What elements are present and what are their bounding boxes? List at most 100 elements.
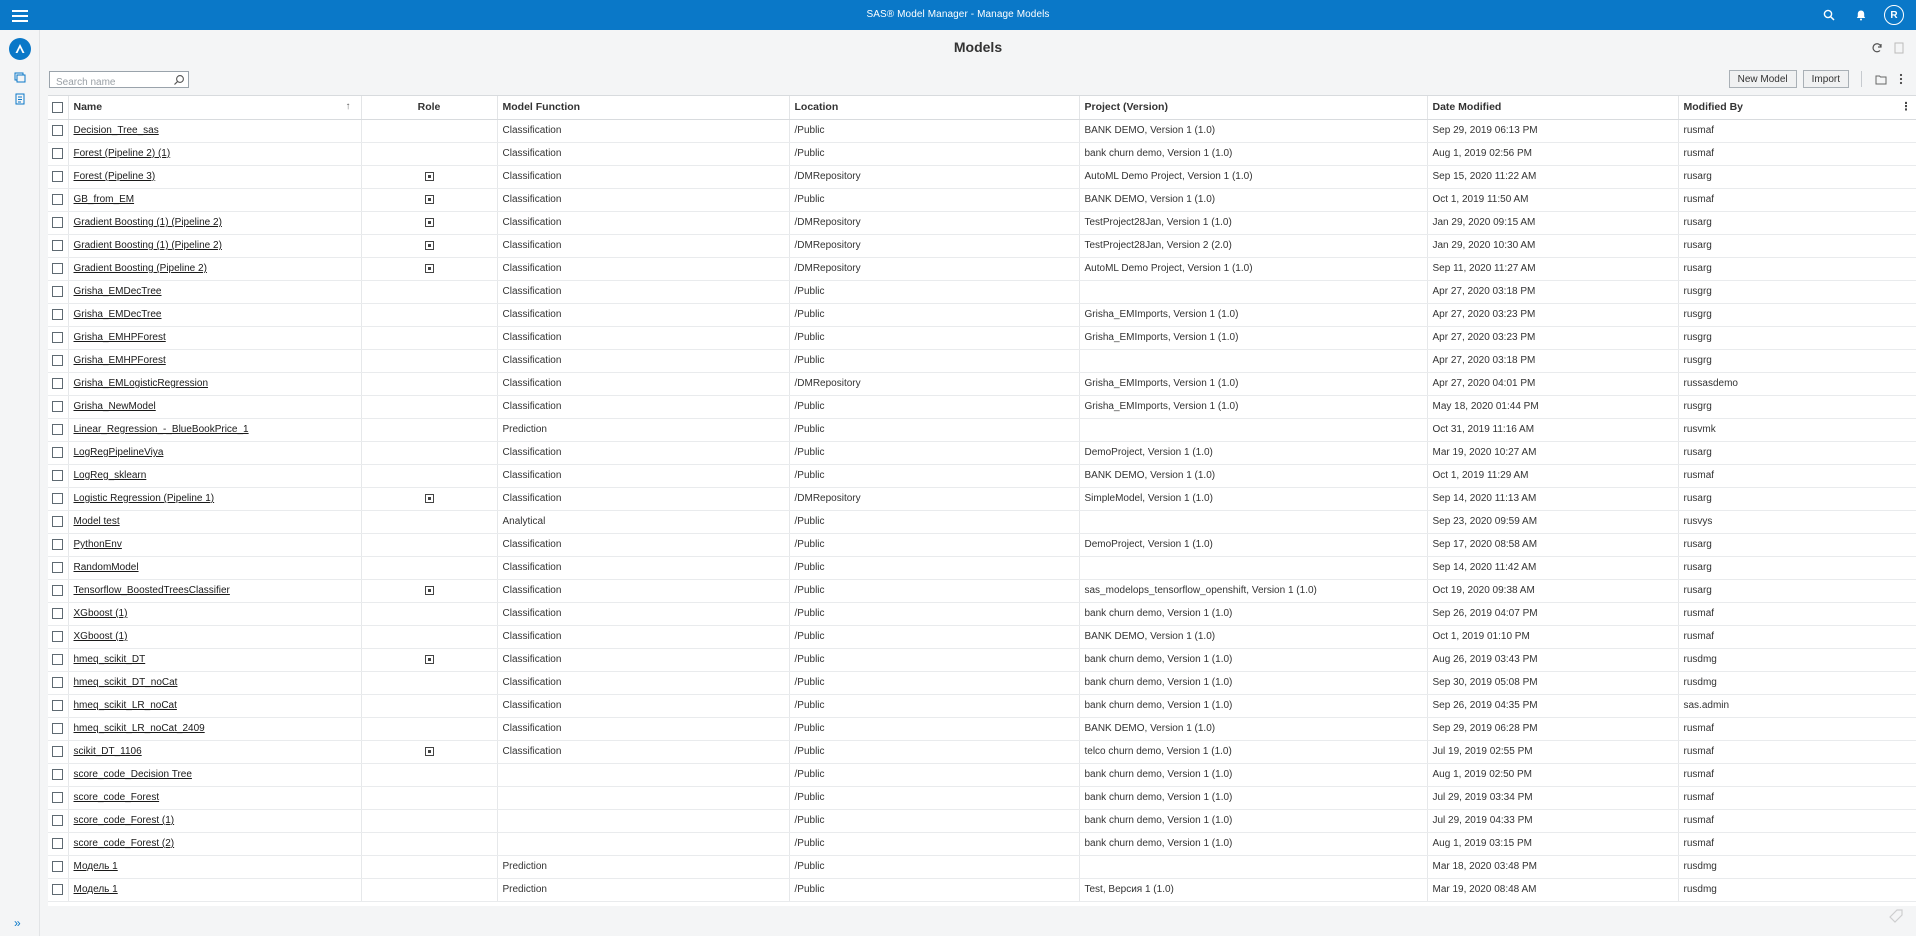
table-row[interactable]: XGboost (1) Classification/Public BANK DEM… bbox=[48, 625, 1916, 649]
new-model-button[interactable]: New Model bbox=[1728, 70, 1797, 88]
row-checkbox[interactable] bbox=[52, 630, 64, 642]
model-name-link[interactable]: XGboost (1) bbox=[74, 608, 128, 619]
models-nav-icon[interactable] bbox=[9, 38, 31, 60]
model-name-link[interactable]: PythonEnv bbox=[74, 539, 122, 550]
row-checkbox[interactable] bbox=[52, 676, 64, 688]
model-name-link[interactable]: score_code_Forest bbox=[74, 792, 160, 803]
table-row[interactable]: Модель 1 Prediction/Public Test, Версия 1 … bbox=[48, 878, 1916, 902]
model-name-link[interactable]: Gradient Boosting (1) (Pipeline 2) bbox=[74, 240, 222, 251]
row-checkbox[interactable] bbox=[52, 216, 64, 228]
table-row[interactable]: score_code_Forest/Public bank churn demo,… bbox=[48, 786, 1916, 810]
row-checkbox[interactable] bbox=[52, 722, 64, 734]
table-row[interactable]: Gradient Boosting (Pipeline 2) Classifica… bbox=[48, 257, 1916, 281]
table-row[interactable]: Gradient Boosting (1) (Pipeline 2) Classi… bbox=[48, 234, 1916, 258]
model-name-link[interactable]: Gradient Boosting (1) (Pipeline 2) bbox=[74, 217, 222, 228]
row-checkbox[interactable] bbox=[52, 607, 64, 619]
model-name-link[interactable]: hmeq_scikit_LR_noCat_2409 bbox=[74, 723, 205, 734]
row-checkbox[interactable] bbox=[52, 331, 64, 343]
table-row[interactable]: LogRegPipelineViya Classification/Public D… bbox=[48, 441, 1916, 465]
table-row[interactable]: Grisha_EMDecTree Classification/Public Gri… bbox=[48, 303, 1916, 327]
table-row[interactable]: score_code_Forest (1) /Public bank churn d… bbox=[48, 809, 1916, 833]
model-name-link[interactable]: Tensorflow_BoostedTreesClassifier bbox=[74, 585, 230, 596]
table-row[interactable]: Grisha_EMHPForest Classification/Public Gr… bbox=[48, 326, 1916, 350]
model-name-link[interactable]: Linear_Regression_-_BlueBookPrice_1 bbox=[74, 424, 249, 435]
row-checkbox[interactable] bbox=[52, 515, 64, 527]
table-row[interactable]: Grisha_EMLogisticRegression Classificatio… bbox=[48, 372, 1916, 396]
model-name-link[interactable]: Grisha_EMDecTree bbox=[74, 286, 162, 297]
row-checkbox[interactable] bbox=[52, 860, 64, 872]
row-checkbox[interactable] bbox=[52, 262, 64, 274]
row-checkbox[interactable] bbox=[52, 446, 64, 458]
model-name-link[interactable]: LogReg_sklearn bbox=[74, 470, 147, 481]
model-name-link[interactable]: Grisha_EMLogisticRegression bbox=[74, 378, 209, 389]
row-checkbox[interactable] bbox=[52, 745, 64, 757]
row-checkbox[interactable] bbox=[52, 584, 64, 596]
model-name-link[interactable]: Grisha_EMDecTree bbox=[74, 309, 162, 320]
refresh-icon[interactable] bbox=[1870, 41, 1884, 55]
table-row[interactable]: Grisha_EMHPForest Classification/Public Ap… bbox=[48, 349, 1916, 373]
model-name-link[interactable]: Forest (Pipeline 3) bbox=[74, 171, 156, 182]
table-row[interactable]: RandomModel Classification/Public Sep 14, … bbox=[48, 556, 1916, 580]
table-row[interactable]: Logistic Regression (Pipeline 1) Classifi… bbox=[48, 487, 1916, 511]
column-header-project[interactable]: Project (Version) bbox=[1079, 96, 1428, 120]
model-name-link[interactable]: XGboost (1) bbox=[74, 631, 128, 642]
row-checkbox[interactable] bbox=[52, 492, 64, 504]
model-name-link[interactable]: Grisha_EMHPForest bbox=[74, 332, 166, 343]
row-checkbox[interactable] bbox=[52, 400, 64, 412]
table-row[interactable]: Grisha_NewModel Classification/Public Gris… bbox=[48, 395, 1916, 419]
row-checkbox[interactable] bbox=[52, 170, 64, 182]
model-name-link[interactable]: scikit_DT_1106 bbox=[74, 746, 142, 757]
sort-ascending-icon[interactable]: ↑ bbox=[346, 101, 351, 112]
model-name-link[interactable]: score_code_Decision Tree bbox=[74, 769, 192, 780]
table-row[interactable]: hmeq_scikit_LR_noCat Classification/Publi… bbox=[48, 694, 1916, 718]
search-icon[interactable] bbox=[173, 74, 185, 86]
row-checkbox[interactable] bbox=[52, 469, 64, 481]
model-name-link[interactable]: Gradient Boosting (Pipeline 2) bbox=[74, 263, 207, 274]
reports-nav-icon[interactable] bbox=[9, 88, 31, 110]
row-checkbox[interactable] bbox=[52, 699, 64, 711]
table-row[interactable]: Linear_Regression_-_BlueBookPrice_1 Predi… bbox=[48, 418, 1916, 442]
model-name-link[interactable]: hmeq_scikit_LR_noCat bbox=[74, 700, 177, 711]
table-row[interactable]: hmeq_scikit_LR_noCat_2409 Classification /… bbox=[48, 717, 1916, 741]
export-icon[interactable] bbox=[1892, 41, 1906, 55]
table-row[interactable]: Grisha_EMDecTree Classification/Public Apr… bbox=[48, 280, 1916, 304]
table-row[interactable]: score_code_Forest (2) /Public bank churn d… bbox=[48, 832, 1916, 856]
projects-nav-icon[interactable] bbox=[9, 66, 31, 88]
expand-nav-icon[interactable]: » bbox=[14, 916, 21, 930]
row-checkbox[interactable] bbox=[52, 285, 64, 297]
model-name-link[interactable]: Grisha_EMHPForest bbox=[74, 355, 166, 366]
table-row[interactable]: Decision_Tree_sas Classification/Public BA… bbox=[48, 119, 1916, 143]
model-name-link[interactable]: GB_from_EM bbox=[74, 194, 135, 205]
row-checkbox[interactable] bbox=[52, 423, 64, 435]
table-row[interactable]: Gradient Boosting (1) (Pipeline 2) Classi… bbox=[48, 211, 1916, 235]
model-name-link[interactable]: Grisha_NewModel bbox=[74, 401, 156, 412]
bell-icon[interactable] bbox=[1852, 4, 1870, 26]
import-button[interactable]: Import bbox=[1802, 70, 1849, 88]
table-row[interactable]: Forest (Pipeline 3) Classification/DMRepo… bbox=[48, 165, 1916, 189]
row-checkbox[interactable] bbox=[52, 791, 64, 803]
row-checkbox[interactable] bbox=[52, 561, 64, 573]
search-field[interactable] bbox=[49, 71, 189, 90]
search-icon[interactable] bbox=[1820, 4, 1838, 26]
table-row[interactable]: score_code_Decision Tree/Public bank chur… bbox=[48, 763, 1916, 787]
row-checkbox[interactable] bbox=[52, 239, 64, 251]
more-options-icon[interactable] bbox=[1894, 72, 1908, 86]
folder-icon[interactable] bbox=[1874, 72, 1888, 86]
table-row[interactable]: hmeq_scikit_DT Classification/Public bank … bbox=[48, 648, 1916, 672]
row-checkbox[interactable] bbox=[52, 193, 64, 205]
table-row[interactable]: hmeq_scikit_DT_noCat Classification/Publi… bbox=[48, 671, 1916, 695]
table-row[interactable]: XGboost (1) Classification/Public bank chu… bbox=[48, 602, 1916, 626]
model-name-link[interactable]: Decision_Tree_sas bbox=[74, 125, 159, 136]
model-name-link[interactable]: Модель 1 bbox=[74, 861, 118, 872]
row-checkbox[interactable] bbox=[52, 653, 64, 665]
table-row[interactable]: Модель 1 Prediction/Public Mar 18, 2020 03… bbox=[48, 855, 1916, 879]
model-name-link[interactable]: score_code_Forest (1) bbox=[74, 815, 175, 826]
row-checkbox[interactable] bbox=[52, 768, 64, 780]
user-avatar[interactable]: R bbox=[1884, 5, 1904, 25]
row-checkbox[interactable] bbox=[52, 538, 64, 550]
model-name-link[interactable]: Модель 1 bbox=[74, 884, 118, 895]
table-row[interactable]: LogReg_sklearn Classification/Public BANK … bbox=[48, 464, 1916, 488]
model-name-link[interactable]: hmeq_scikit_DT_noCat bbox=[74, 677, 178, 688]
column-header-role[interactable]: Role bbox=[361, 96, 498, 120]
row-checkbox[interactable] bbox=[52, 354, 64, 366]
